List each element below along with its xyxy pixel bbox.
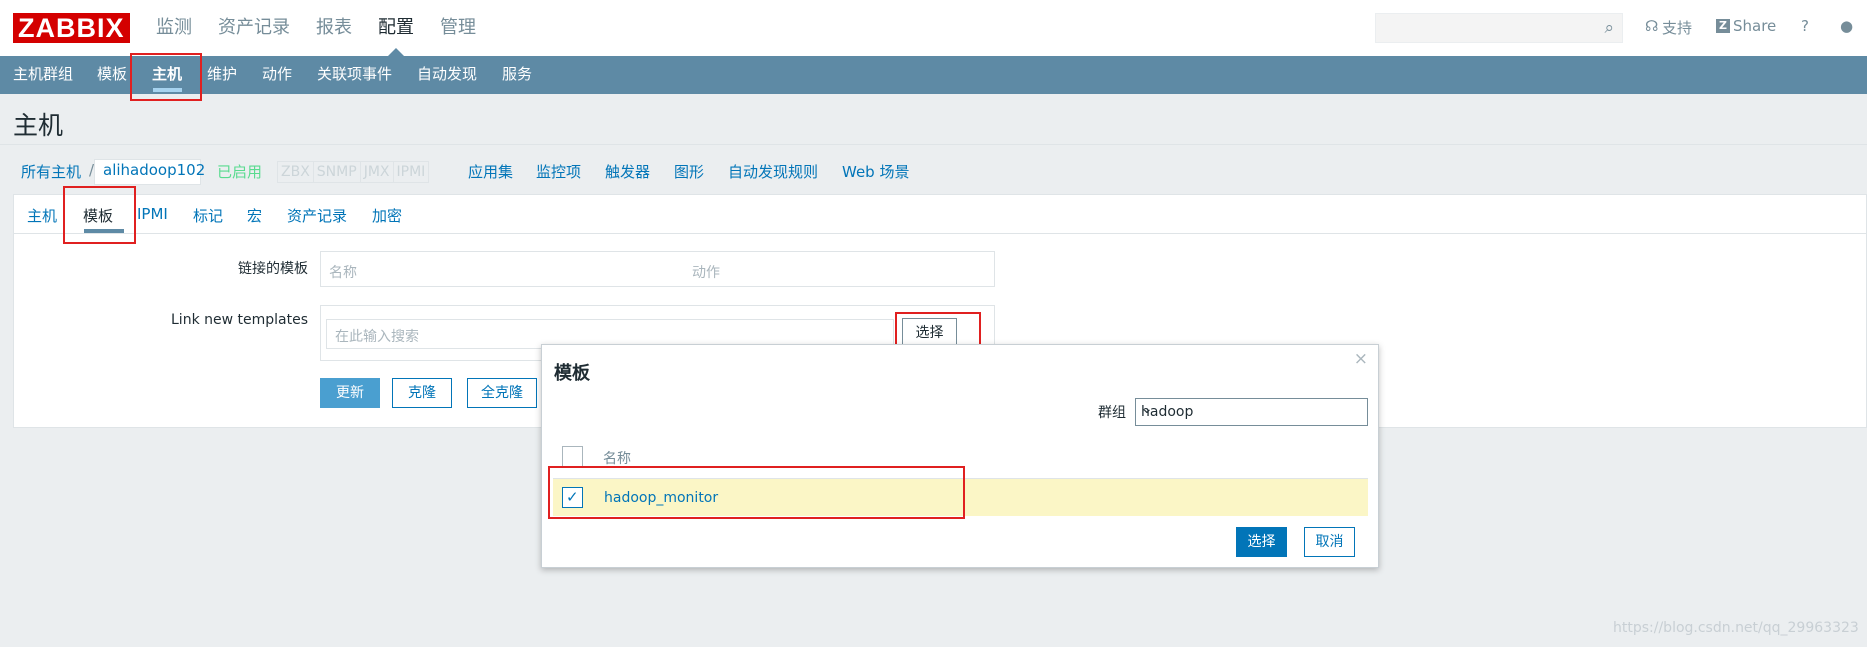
tab-tags[interactable]: 标记 [193, 205, 223, 226]
breadcrumb-host[interactable]: alihadoop102 [103, 161, 205, 179]
update-button[interactable]: 更新 [320, 378, 380, 408]
host-link-web-scenarios[interactable]: Web 场景 [842, 161, 909, 182]
menu-monitoring[interactable]: 监测 [156, 0, 192, 56]
host-status-enabled[interactable]: 已启用 [217, 161, 262, 182]
menu-inventory[interactable]: 资产记录 [218, 0, 290, 56]
breadcrumb-all-hosts[interactable]: 所有主机 [21, 161, 81, 182]
subnav-event-correlation[interactable]: 关联项事件 [317, 56, 392, 92]
zabbix-logo[interactable]: ZABBIX [13, 13, 130, 43]
page-title: 主机 [13, 111, 64, 140]
tab-ipmi[interactable]: IPMI [137, 205, 168, 223]
host-link-applications[interactable]: 应用集 [468, 161, 513, 182]
full-clone-button[interactable]: 全克隆 [467, 378, 537, 408]
main-menu: 监测 资产记录 报表 配置 管理 [156, 0, 502, 56]
template-search-placeholder: 在此输入搜索 [335, 329, 419, 345]
subnav-templates[interactable]: 模板 [97, 56, 127, 92]
search-icon[interactable]: ⌕ [1604, 18, 1614, 38]
template-select-dialog: 模板 × 群组 hadoop ⌄ 名称 ✓ hadoop_monitor 选择 … [541, 344, 1379, 568]
tab-macros[interactable]: 宏 [247, 205, 262, 226]
annotation-box-templates-tab [63, 186, 136, 244]
dialog-col-name: 名称 [603, 451, 631, 467]
host-link-graphs[interactable]: 图形 [674, 161, 704, 182]
menu-configuration[interactable]: 配置 [378, 0, 414, 56]
group-label: 群组 [1098, 405, 1126, 421]
linked-col-action: 动作 [692, 265, 720, 281]
linked-templates-table: 名称 动作 [320, 251, 995, 287]
availability-jmx: JMX [361, 162, 394, 182]
dialog-cancel-button[interactable]: 取消 [1304, 527, 1355, 557]
user-profile-icon[interactable]: ● [1840, 17, 1853, 35]
help-link[interactable]: ? [1801, 17, 1809, 35]
linked-templates-label: 链接的模板 [238, 261, 308, 277]
linked-col-name: 名称 [329, 265, 357, 281]
host-link-items[interactable]: 监控项 [536, 161, 581, 182]
headset-icon[interactable]: ☊ [1645, 17, 1658, 35]
menu-reports[interactable]: 报表 [316, 0, 352, 56]
availability-zbx: ZBX [278, 162, 314, 182]
tab-encryption[interactable]: 加密 [372, 205, 402, 226]
dialog-select-button[interactable]: 选择 [1236, 527, 1287, 557]
config-subnav: 主机群组 模板 主机 维护 动作 关联项事件 自动发现 服务 [0, 56, 1867, 94]
availability-snmp: SNMP [314, 162, 361, 182]
title-divider [0, 144, 1867, 145]
availability-badges: ZBX SNMP JMX IPMI [277, 161, 430, 183]
tab-inventory[interactable]: 资产记录 [287, 205, 347, 226]
support-link[interactable]: 支持 [1662, 17, 1692, 38]
subnav-host-groups[interactable]: 主机群组 [13, 56, 73, 92]
watermark: https://blog.csdn.net/qq_29963323 [1613, 620, 1859, 636]
subnav-actions[interactable]: 动作 [262, 56, 292, 92]
share-link[interactable]: Share [1733, 17, 1776, 35]
subnav-services[interactable]: 服务 [502, 56, 532, 92]
chevron-down-icon: ⌄ [1141, 401, 1153, 417]
share-icon[interactable]: Z [1716, 19, 1730, 33]
top-header: ZABBIX 监测 资产记录 报表 配置 管理 ⌕ ☊ 支持 Z Share ?… [0, 0, 1867, 56]
global-search-input[interactable]: ⌕ [1375, 13, 1623, 43]
group-select[interactable]: hadoop ⌄ [1135, 398, 1368, 426]
tab-host[interactable]: 主机 [27, 205, 57, 226]
close-icon[interactable]: × [1354, 349, 1368, 369]
subnav-maintenance[interactable]: 维护 [207, 56, 237, 92]
annotation-box-template-row [548, 466, 965, 519]
select-all-checkbox[interactable] [562, 446, 583, 467]
annotation-box-select-button [895, 312, 981, 346]
subnav-discovery[interactable]: 自动发现 [417, 56, 477, 92]
host-link-triggers[interactable]: 触发器 [605, 161, 650, 182]
menu-administration[interactable]: 管理 [440, 0, 476, 56]
link-new-templates-label: Link new templates [171, 312, 308, 328]
dialog-title: 模板 [554, 363, 590, 384]
availability-ipmi: IPMI [396, 164, 426, 180]
annotation-box-hosts-nav [130, 53, 202, 101]
clone-button[interactable]: 克隆 [392, 378, 452, 408]
host-link-discovery-rules[interactable]: 自动发现规则 [728, 161, 818, 182]
